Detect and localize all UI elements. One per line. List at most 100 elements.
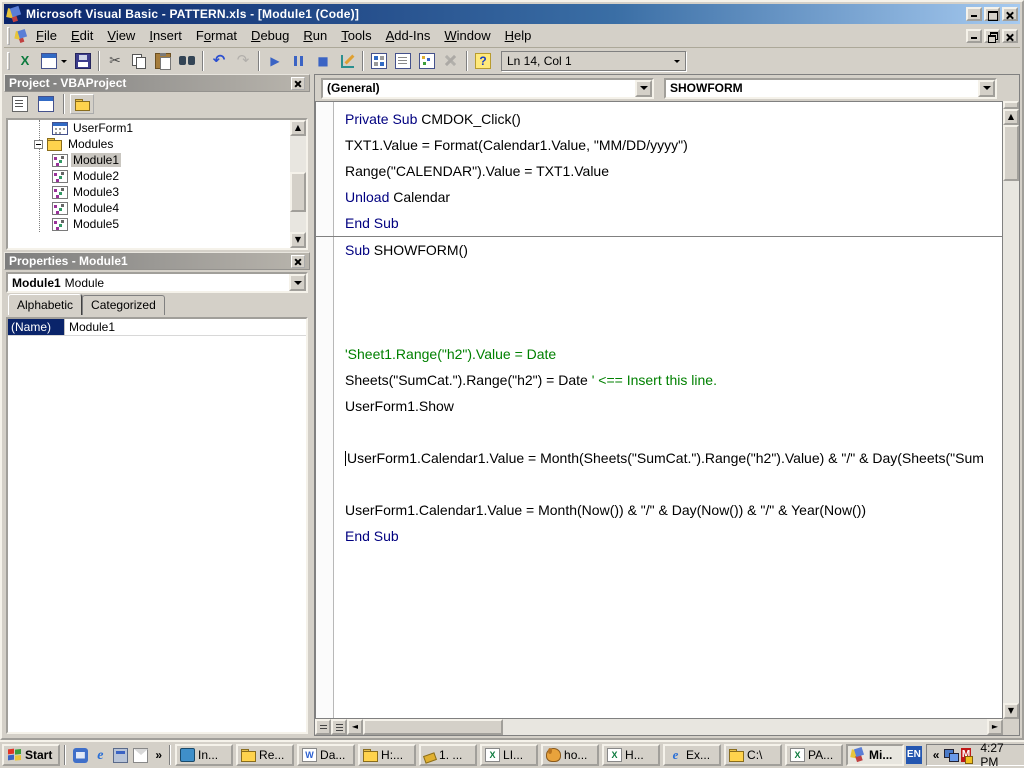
combo-dropdown-icon[interactable] xyxy=(978,80,995,97)
child-close-button[interactable] xyxy=(1002,29,1018,43)
insert-userform-button[interactable] xyxy=(37,50,71,72)
redo-button[interactable] xyxy=(231,50,255,72)
task-button-pa[interactable]: PA... xyxy=(785,744,843,766)
mail-button[interactable] xyxy=(130,745,150,765)
outlook-express-button[interactable] xyxy=(70,745,90,765)
menu-item-addins[interactable]: Add-Ins xyxy=(379,25,438,46)
tray-chevron-icon[interactable]: « xyxy=(933,748,940,762)
object-browser-button[interactable] xyxy=(415,50,439,72)
tree-item-module5[interactable]: Module5 xyxy=(8,216,290,232)
show-desktop-button[interactable] xyxy=(110,745,130,765)
object-combo[interactable]: Module1 Module xyxy=(6,272,308,293)
expander-minus-icon[interactable] xyxy=(34,140,43,149)
quick-launch-overflow-icon[interactable]: » xyxy=(152,748,165,762)
menu-item-window[interactable]: Window xyxy=(437,25,497,46)
tab-categorized[interactable]: Categorized xyxy=(82,295,165,315)
task-button-li[interactable]: LI... xyxy=(480,744,538,766)
undo-button[interactable] xyxy=(207,50,231,72)
break-button[interactable] xyxy=(287,50,311,72)
task-button-c[interactable]: C:\ xyxy=(724,744,782,766)
design-mode-button[interactable] xyxy=(335,50,359,72)
scroll-down-icon[interactable]: ▼ xyxy=(290,232,306,248)
run-sub-button[interactable] xyxy=(263,50,287,72)
save-button[interactable] xyxy=(71,50,95,72)
view-code-button[interactable] xyxy=(8,94,32,114)
tree-item-modules[interactable]: Modules xyxy=(8,136,290,152)
combo-dropdown-icon[interactable] xyxy=(635,80,652,97)
toggle-folders-button[interactable] xyxy=(70,94,94,114)
network-icon[interactable] xyxy=(944,749,955,762)
menu-item-help[interactable]: Help xyxy=(498,25,539,46)
property-value[interactable]: Module1 xyxy=(65,319,306,335)
task-button-ex[interactable]: Ex... xyxy=(663,744,721,766)
task-button-in[interactable]: In... xyxy=(175,744,233,766)
paste-button[interactable] xyxy=(151,50,175,72)
tab-alphabetic[interactable]: Alphabetic xyxy=(8,294,82,315)
menu-item-edit[interactable]: Edit xyxy=(64,25,100,46)
menu-item-view[interactable]: View xyxy=(100,25,142,46)
project-explorer-button[interactable] xyxy=(367,50,391,72)
clock[interactable]: 4:27 PM xyxy=(976,741,1018,768)
menu-item-insert[interactable]: Insert xyxy=(142,25,189,46)
scroll-thumb[interactable] xyxy=(363,719,503,735)
child-restore-button[interactable] xyxy=(984,29,1000,43)
scroll-right-icon[interactable]: ► xyxy=(987,719,1003,735)
view-object-button[interactable] xyxy=(34,94,58,114)
scroll-up-icon[interactable]: ▲ xyxy=(1003,109,1019,125)
project-tree-scrollbar[interactable]: ▲ ▼ xyxy=(290,120,306,248)
scroll-left-icon[interactable]: ◄ xyxy=(347,719,363,735)
task-button-da[interactable]: Da... xyxy=(297,744,355,766)
antivirus-icon[interactable] xyxy=(961,748,972,762)
procedure-dropdown[interactable]: SHOWFORM xyxy=(664,78,997,99)
scroll-thumb[interactable] xyxy=(1003,125,1019,181)
scroll-thumb[interactable] xyxy=(290,172,306,212)
properties-window-button[interactable] xyxy=(391,50,415,72)
scroll-up-icon[interactable]: ▲ xyxy=(290,120,306,136)
toolbar-grip[interactable] xyxy=(7,52,10,70)
menu-item-run[interactable]: Run xyxy=(296,25,334,46)
minimize-button[interactable] xyxy=(966,7,982,21)
cursor-position-box[interactable]: Ln 14, Col 1 xyxy=(501,51,686,71)
vb-app-icon[interactable] xyxy=(6,6,22,22)
close-button[interactable] xyxy=(1002,7,1018,21)
find-button[interactable] xyxy=(175,50,199,72)
task-button-1[interactable]: 1. ... xyxy=(419,744,477,766)
object-dropdown[interactable]: (General) xyxy=(321,78,654,99)
property-row[interactable]: (Name)Module1 xyxy=(8,319,306,336)
code-vertical-scrollbar[interactable]: ▲ ▼ xyxy=(1003,101,1019,719)
properties-panel-caption[interactable]: Properties - Module1 xyxy=(4,252,310,270)
tree-item-module3[interactable]: Module3 xyxy=(8,184,290,200)
task-button-ho[interactable]: ho... xyxy=(541,744,599,766)
task-button-h[interactable]: H:... xyxy=(358,744,416,766)
internet-explorer-button[interactable] xyxy=(90,745,110,765)
menu-item-debug[interactable]: Debug xyxy=(244,25,296,46)
child-minimize-button[interactable] xyxy=(966,29,982,43)
split-box[interactable] xyxy=(1003,101,1019,109)
maximize-button[interactable] xyxy=(984,7,1000,21)
project-close-icon[interactable] xyxy=(291,77,305,90)
menu-item-tools[interactable]: Tools xyxy=(334,25,378,46)
child-window-icon[interactable] xyxy=(14,29,28,43)
start-button[interactable]: Start xyxy=(2,744,60,766)
properties-close-icon[interactable] xyxy=(291,255,305,268)
reset-button[interactable] xyxy=(311,50,335,72)
copy-button[interactable] xyxy=(127,50,151,72)
cut-button[interactable] xyxy=(103,50,127,72)
task-button-re[interactable]: Re... xyxy=(236,744,294,766)
procedure-view-button[interactable] xyxy=(315,719,331,735)
menu-item-file[interactable]: File xyxy=(29,25,64,46)
task-button-h[interactable]: H... xyxy=(602,744,660,766)
project-panel-caption[interactable]: Project - VBAProject xyxy=(4,74,310,92)
tree-item-module1[interactable]: Module1 xyxy=(8,152,290,168)
view-microsoft-excel-button[interactable] xyxy=(13,50,37,72)
tree-item-userform1[interactable]: UserForm1 xyxy=(8,120,290,136)
code-editor[interactable]: Private Sub CMDOK_Click()TXT1.Value = Fo… xyxy=(315,101,1003,719)
menu-item-format[interactable]: Format xyxy=(189,25,244,46)
menu-grip[interactable] xyxy=(7,27,10,45)
task-button-mi[interactable]: Mi... xyxy=(846,744,904,766)
tree-item-module4[interactable]: Module4 xyxy=(8,200,290,216)
full-module-view-button[interactable] xyxy=(331,719,347,735)
tree-item-module2[interactable]: Module2 xyxy=(8,168,290,184)
combo-dropdown-icon[interactable] xyxy=(289,274,306,291)
scroll-down-icon[interactable]: ▼ xyxy=(1003,703,1019,719)
